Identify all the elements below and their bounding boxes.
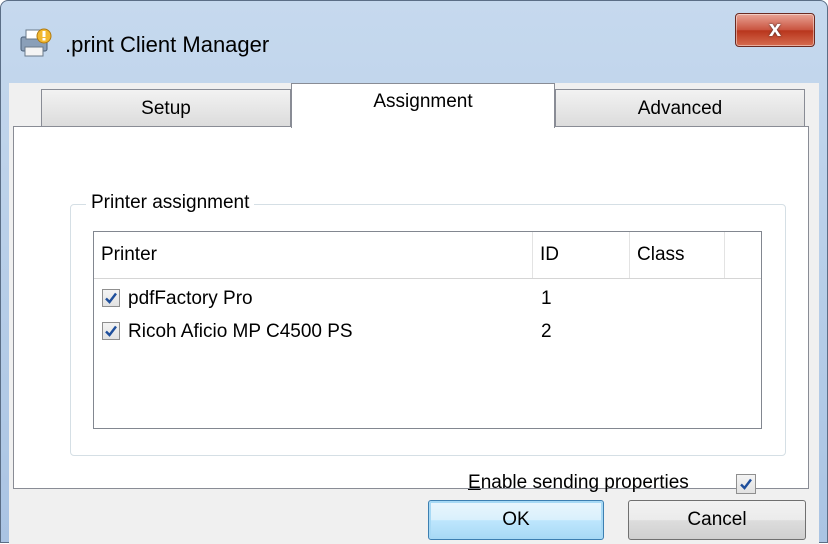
column-header-printer[interactable]: Printer xyxy=(94,232,533,278)
column-header-id[interactable]: ID xyxy=(533,232,630,278)
ok-button[interactable]: OK xyxy=(428,500,604,540)
printer-name: Ricoh Aficio MP C4500 PS xyxy=(128,321,353,342)
close-button[interactable]: x xyxy=(735,13,815,47)
cancel-button[interactable]: Cancel xyxy=(628,500,806,540)
column-header-class[interactable]: Class xyxy=(630,232,725,278)
printer-checkbox[interactable] xyxy=(102,289,120,307)
enable-sending-properties-checkbox[interactable] xyxy=(736,474,756,494)
printer-app-icon xyxy=(19,27,53,59)
tab-label: Assignment xyxy=(373,91,473,112)
printer-checkbox[interactable] xyxy=(102,322,120,340)
checkmark-icon xyxy=(105,325,117,337)
title-bar[interactable]: .print Client Manager x xyxy=(1,1,827,83)
tab-assignment[interactable]: Assignment xyxy=(291,83,555,128)
accelerator-key: E xyxy=(468,472,481,493)
checkmark-icon xyxy=(740,478,752,490)
printer-name: pdfFactory Pro xyxy=(128,288,253,309)
window-title: .print Client Manager xyxy=(65,32,270,57)
label-text: nable sending properties xyxy=(480,472,689,493)
enable-sending-properties-label[interactable]: Enable sending properties xyxy=(468,472,689,494)
checkmark-icon xyxy=(105,292,117,304)
tab-label: Advanced xyxy=(637,98,723,119)
tab-advanced[interactable]: Advanced xyxy=(555,89,805,126)
printer-list[interactable]: Printer ID Class pdfFactory Pro 1 Ricoh … xyxy=(93,231,762,429)
tab-setup[interactable]: Setup xyxy=(41,89,291,126)
dialog-client-area: Setup Assignment Advanced Printer assign… xyxy=(9,83,819,544)
assignment-tab-panel: Printer assignment Printer ID Class pdfF… xyxy=(13,126,809,494)
tab-label: Setup xyxy=(141,98,191,119)
printer-id: 2 xyxy=(541,321,552,342)
group-label: Printer assignment xyxy=(86,192,255,214)
list-item[interactable]: pdfFactory Pro 1 xyxy=(94,282,761,315)
printer-id: 1 xyxy=(541,288,552,309)
list-header: Printer ID Class xyxy=(94,232,761,279)
close-icon: x xyxy=(768,16,782,41)
list-item[interactable]: Ricoh Aficio MP C4500 PS 2 xyxy=(94,315,761,348)
dialog-window: .print Client Manager x Setup Assignment… xyxy=(0,0,828,544)
